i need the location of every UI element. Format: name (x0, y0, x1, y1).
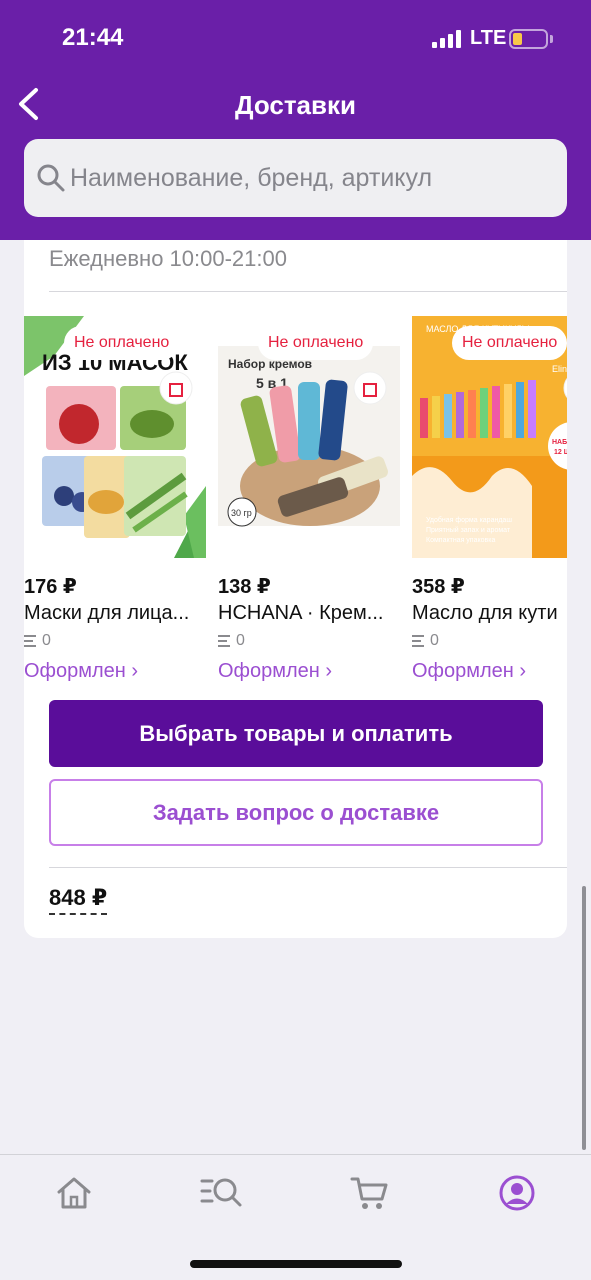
unpaid-badge: Не оплачено (452, 326, 567, 360)
battery-tip (550, 35, 553, 43)
delivery-total[interactable]: 848 ₽ (49, 885, 108, 915)
product-price: 358 ₽ (412, 576, 465, 598)
order-status-link[interactable]: Оформлен › (24, 660, 138, 683)
home-indicator (190, 1260, 402, 1268)
tab-home[interactable] (54, 1173, 94, 1213)
unpaid-badge: Не оплачено (258, 326, 374, 360)
divider (49, 291, 567, 292)
order-status-link[interactable]: Оформлен › (412, 660, 526, 683)
status-time: 21:44 (62, 24, 124, 51)
qty-value: 0 (430, 632, 439, 649)
tab-cart[interactable] (350, 1173, 390, 1213)
page-title: Доставки (234, 90, 356, 120)
product-image-creams[interactable]: Набор кремов 5 в 1 30 гр Не оплачено (218, 316, 400, 558)
select-and-pay-button[interactable]: Выбрать товары и оплатить (49, 700, 543, 767)
svg-text:Elin: Elin (552, 364, 567, 374)
delivery-card: Ежедневно 10:00-21:00 ИЗ 10 МАСОК Не опл… (24, 240, 567, 938)
battery-icon (509, 29, 548, 49)
product-name[interactable]: HCHANA · Крем... (218, 602, 418, 625)
tab-profile[interactable] (497, 1173, 537, 1213)
svg-text:НАБОР ИЗ: НАБОР ИЗ (552, 439, 567, 446)
unpaid-badge: Не оплачено (64, 326, 180, 360)
product-card[interactable]: Набор кремов 5 в 1 30 гр Не оплачено 138… (218, 316, 400, 682)
svg-text:Приятный запах и аромат: Приятный запах и аромат (426, 526, 511, 534)
cart-icon (350, 1177, 388, 1209)
product-name[interactable]: Масло для кути (412, 602, 567, 625)
product-card[interactable]: МАСЛО ДЛЯ КУТИКУЛЫ Elin НАБОР ИЗ 12 ШТУК… (412, 316, 567, 682)
product-qty: 0 (412, 632, 439, 650)
product-card[interactable]: ИЗ 10 МАСОК Не оплачено 176 ₽ Маски для … (24, 316, 206, 682)
product-price: 176 ₽ (24, 576, 77, 598)
svg-text:12 ШТУК: 12 ШТУК (554, 449, 567, 456)
search-bar[interactable] (24, 139, 567, 217)
divider (49, 867, 567, 868)
product-name[interactable]: Маски для лица... (24, 602, 224, 625)
header: 21:44 LTE Доставки (0, 0, 591, 240)
list-icon (412, 635, 424, 647)
schedule-text: Ежедневно 10:00-21:00 (49, 246, 287, 271)
catalog-search-icon (200, 1178, 242, 1207)
product-qty: 0 (24, 632, 51, 650)
profile-icon (499, 1175, 535, 1211)
svg-text:30 гр: 30 гр (231, 508, 252, 518)
scrollbar[interactable] (582, 886, 586, 1150)
qty-value: 0 (42, 632, 51, 649)
product-image-masks[interactable]: ИЗ 10 МАСОК Не оплачено (24, 316, 206, 558)
search-icon (37, 164, 65, 192)
svg-text:Удобная форма карандаш: Удобная форма карандаш (426, 516, 512, 524)
list-icon (218, 635, 230, 647)
qty-value: 0 (236, 632, 245, 649)
ask-delivery-question-button[interactable]: Задать вопрос о доставке (49, 779, 543, 846)
product-qty: 0 (218, 632, 245, 650)
list-icon (24, 635, 36, 647)
home-icon (57, 1177, 91, 1209)
signal-icon (432, 30, 461, 48)
product-image-cuticle-oil[interactable]: МАСЛО ДЛЯ КУТИКУЛЫ Elin НАБОР ИЗ 12 ШТУК… (412, 316, 567, 558)
order-status-link[interactable]: Оформлен › (218, 660, 332, 683)
search-input[interactable] (70, 151, 550, 205)
svg-text:Компактная упаковка: Компактная упаковка (426, 537, 495, 544)
product-price: 138 ₽ (218, 576, 271, 598)
tab-catalog[interactable] (200, 1173, 242, 1213)
network-label: LTE (470, 27, 507, 49)
